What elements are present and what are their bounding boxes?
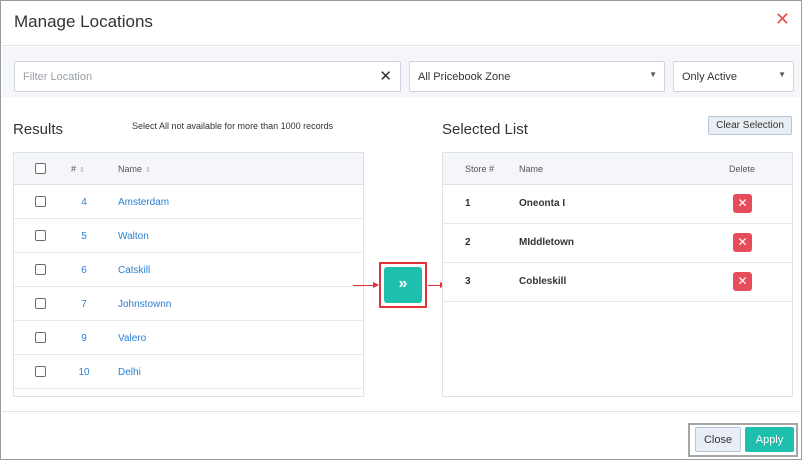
selected-row: 3 Cobleskill ✕ xyxy=(443,263,792,302)
dialog-title: Manage Locations xyxy=(14,12,153,31)
close-icon: ✕ xyxy=(737,196,748,210)
location-number[interactable]: 6 xyxy=(74,265,94,276)
apply-button[interactable]: Apply xyxy=(745,427,794,452)
close-icon: ✕ xyxy=(737,235,748,249)
location-number[interactable]: 4 xyxy=(74,197,94,208)
column-header-name[interactable]: Name ⇕ xyxy=(118,164,151,174)
location-name[interactable]: Delhi xyxy=(118,367,141,378)
row-checkbox[interactable] xyxy=(35,196,46,207)
dialog-header: Manage Locations ✕ xyxy=(2,2,800,46)
location-name[interactable]: Catskill xyxy=(118,265,150,276)
location-number[interactable]: 7 xyxy=(74,299,94,310)
row-checkbox[interactable] xyxy=(35,332,46,343)
column-name-label: Name xyxy=(118,164,143,174)
close-icon: ✕ xyxy=(737,274,748,288)
pricebook-zone-value: All Pricebook Zone xyxy=(418,71,511,83)
selected-row: 1 Oneonta I ✕ xyxy=(443,185,792,224)
results-row: 4 Amsterdam xyxy=(14,185,363,219)
results-row: 6 Catskill xyxy=(14,253,363,287)
selected-row: 2 MIddletown ✕ xyxy=(443,224,792,263)
location-number[interactable]: 10 xyxy=(74,367,94,378)
close-button[interactable]: Close xyxy=(695,427,741,452)
column-header-store: Store # xyxy=(465,164,495,174)
selected-list-title: Selected List xyxy=(442,121,528,138)
dialog-footer xyxy=(2,411,800,459)
results-row: 7 Johnstownn xyxy=(14,287,363,321)
results-table-header: # ⇕ Name ⇕ xyxy=(14,153,363,185)
location-name[interactable]: Valero xyxy=(118,333,146,344)
row-checkbox[interactable] xyxy=(35,298,46,309)
double-chevron-right-icon: » xyxy=(398,275,408,292)
column-header-delete: Delete xyxy=(729,164,756,174)
caret-down-icon: ▼ xyxy=(649,70,657,79)
location-name[interactable]: Walton xyxy=(118,231,149,242)
location-number[interactable]: 9 xyxy=(74,333,94,344)
manage-locations-dialog: Manage Locations ✕ ✕ All Pricebook Zone … xyxy=(0,0,802,460)
delete-button[interactable]: ✕ xyxy=(733,233,752,252)
filter-bar: ✕ All Pricebook Zone ▼ Only Active ▼ xyxy=(2,47,800,97)
results-row: 5 Walton xyxy=(14,219,363,253)
delete-button[interactable]: ✕ xyxy=(733,194,752,213)
results-title: Results xyxy=(13,121,64,138)
location-name[interactable]: Amsterdam xyxy=(118,197,169,208)
row-checkbox[interactable] xyxy=(35,366,46,377)
status-select[interactable]: Only Active ▼ xyxy=(673,61,794,92)
store-number: 3 xyxy=(465,276,471,287)
store-number: 1 xyxy=(465,198,471,209)
column-header-name: Name xyxy=(519,164,544,174)
close-icon[interactable]: ✕ xyxy=(775,10,790,28)
store-name: Oneonta I xyxy=(519,198,566,209)
sort-icon: ⇕ xyxy=(145,167,151,174)
annotation-arrow-in xyxy=(353,282,379,288)
store-number: 2 xyxy=(465,237,471,248)
filter-location-input[interactable] xyxy=(23,68,363,86)
results-row: 9 Valero xyxy=(14,321,363,355)
row-checkbox[interactable] xyxy=(35,230,46,241)
column-number-label: # xyxy=(71,164,77,174)
results-note: Select All not available for more than 1… xyxy=(132,121,334,131)
select-all-checkbox[interactable] xyxy=(35,163,46,174)
location-number[interactable]: 5 xyxy=(74,231,94,242)
status-value: Only Active xyxy=(682,71,738,83)
store-name: Cobleskill xyxy=(519,276,567,287)
store-name: MIddletown xyxy=(519,237,574,248)
results-table: # ⇕ Name ⇕ 4 Amsterdam 5 Walton 6 Catskill… xyxy=(13,152,364,397)
caret-down-icon: ▼ xyxy=(778,70,786,79)
delete-button[interactable]: ✕ xyxy=(733,272,752,291)
results-row: 10 Delhi xyxy=(14,355,363,389)
sort-icon: ⇕ xyxy=(79,167,85,174)
move-to-selected-button[interactable]: » xyxy=(384,267,422,303)
row-checkbox[interactable] xyxy=(35,264,46,275)
clear-selection-button[interactable]: Clear Selection xyxy=(708,116,792,135)
pricebook-zone-select[interactable]: All Pricebook Zone ▼ xyxy=(409,61,665,92)
filter-location-field[interactable]: ✕ xyxy=(14,61,401,92)
clear-filter-icon[interactable]: ✕ xyxy=(379,67,392,85)
location-name[interactable]: Johnstownn xyxy=(118,299,171,310)
selected-table-header: Store # Name Delete xyxy=(443,153,792,185)
column-header-number[interactable]: # ⇕ xyxy=(71,164,85,174)
selected-table: Store # Name Delete 1 Oneonta I ✕ 2 MIdd… xyxy=(442,152,793,397)
